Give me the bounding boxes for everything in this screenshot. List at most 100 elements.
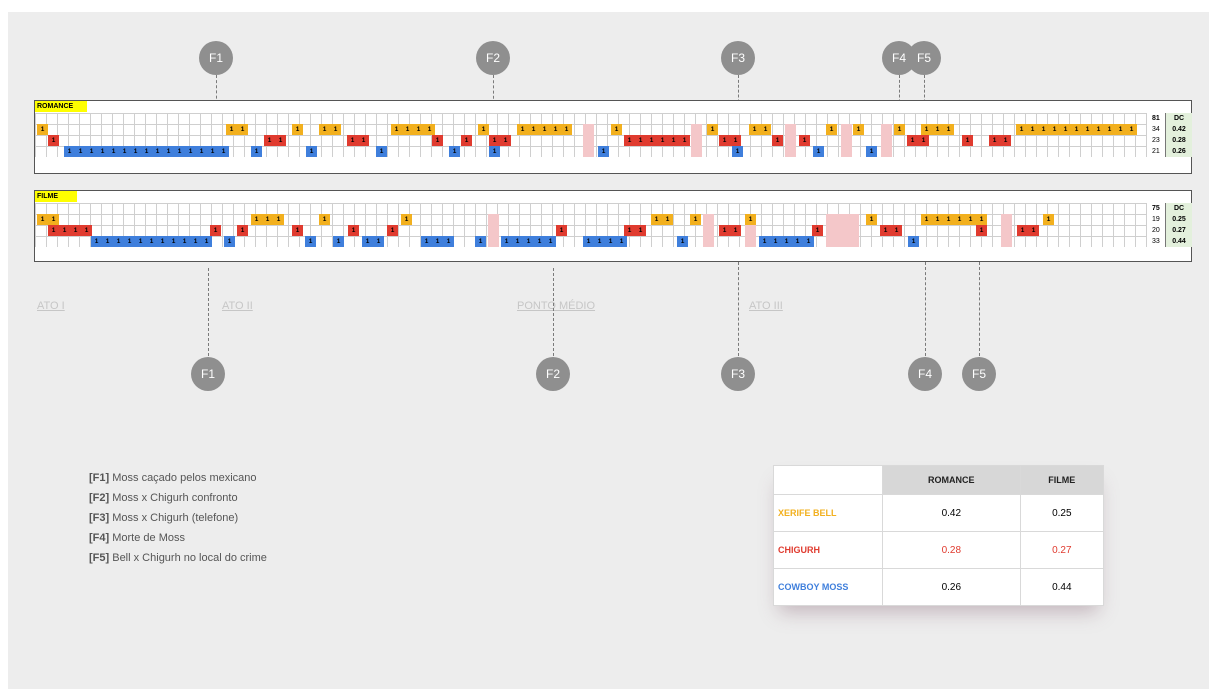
bell-cell: 1 bbox=[292, 124, 303, 135]
legend-item: [F4] Morte de Moss bbox=[89, 532, 185, 544]
chigurh-cell: 1 bbox=[489, 135, 500, 146]
filme-title: FILME bbox=[35, 191, 77, 202]
row-label-bell: XERIFE BELL bbox=[773, 494, 883, 532]
row-count: 20 bbox=[1152, 227, 1160, 234]
legend-text: Moss x Chigurh confronto bbox=[109, 492, 238, 504]
moss-cell: 1 bbox=[598, 146, 609, 157]
chigurh-cell: 1 bbox=[348, 225, 359, 236]
chigurh-cell: 1 bbox=[81, 225, 92, 236]
moss-cell: 1 bbox=[677, 236, 688, 247]
moss-cell: 1 bbox=[86, 146, 97, 157]
row-count: 21 bbox=[1152, 148, 1160, 155]
table-row: CHIGURH 0.28 0.27 bbox=[773, 531, 1105, 569]
bell-cell: 1 bbox=[1071, 124, 1082, 135]
total-count: 81 bbox=[1152, 115, 1160, 122]
legend-code: [F1] bbox=[89, 472, 110, 484]
moss-cell: 1 bbox=[102, 236, 113, 247]
bell-cell: 1 bbox=[319, 214, 330, 225]
moss-cell: 1 bbox=[605, 236, 616, 247]
legend-text: Morte de Moss bbox=[109, 532, 185, 544]
moss-cell: 1 bbox=[97, 146, 108, 157]
marker-line bbox=[208, 268, 209, 356]
moss-cell: 1 bbox=[449, 146, 460, 157]
table-header-row: ROMANCE FILME bbox=[773, 465, 1105, 495]
moss-cell: 1 bbox=[803, 236, 814, 247]
act-label: PONTO MÉDIO bbox=[517, 300, 596, 312]
moss-cell: 1 bbox=[908, 236, 919, 247]
chigurh-cell: 1 bbox=[432, 135, 443, 146]
table-header-romance: ROMANCE bbox=[882, 465, 1021, 495]
bell-cell: 1 bbox=[745, 214, 756, 225]
moss-cell: 1 bbox=[421, 236, 432, 247]
bell-cell: 1 bbox=[749, 124, 760, 135]
bell-cell: 1 bbox=[921, 214, 932, 225]
bell-cell: 1 bbox=[1060, 124, 1071, 135]
chigurh-cell: 1 bbox=[358, 135, 369, 146]
cell-filme: 0.27 bbox=[1019, 531, 1105, 569]
moss-cell: 1 bbox=[174, 146, 185, 157]
chigurh-cell: 1 bbox=[292, 225, 303, 236]
act-label: ATO III bbox=[749, 300, 783, 312]
bell-cell: 1 bbox=[932, 124, 943, 135]
moss-cell: 1 bbox=[373, 236, 384, 247]
chigurh-cell: 1 bbox=[668, 135, 679, 146]
moss-cell: 1 bbox=[224, 236, 235, 247]
chigurh-cell: 1 bbox=[624, 135, 635, 146]
bell-cell: 1 bbox=[976, 214, 987, 225]
chigurh-cell: 1 bbox=[918, 135, 929, 146]
bell-cell: 1 bbox=[690, 214, 701, 225]
cell-romance: 0.28 bbox=[882, 531, 1021, 569]
legend-code: [F5] bbox=[89, 552, 110, 564]
moss-cell: 1 bbox=[594, 236, 605, 247]
moss-cell: 1 bbox=[141, 146, 152, 157]
marker-bottom-f1: F1 bbox=[191, 357, 225, 391]
row-count: 23 bbox=[1152, 137, 1160, 144]
bell-cell: 1 bbox=[662, 214, 673, 225]
moss-cell: 1 bbox=[770, 236, 781, 247]
bell-cell: 1 bbox=[273, 214, 284, 225]
moss-cell: 1 bbox=[376, 146, 387, 157]
bell-cell: 1 bbox=[1082, 124, 1093, 135]
chigurh-cell: 1 bbox=[657, 135, 668, 146]
marker-top-f3: F3 bbox=[721, 41, 755, 75]
chigurh-cell: 1 bbox=[70, 225, 81, 236]
legend-text: Moss x Chigurh (telefone) bbox=[109, 512, 239, 524]
moss-cell: 1 bbox=[781, 236, 792, 247]
bell-cell: 1 bbox=[1027, 124, 1038, 135]
dc-header: DC bbox=[1165, 203, 1192, 214]
moss-cell: 1 bbox=[163, 146, 174, 157]
row-dc: 0.42 bbox=[1165, 124, 1192, 135]
moss-cell: 1 bbox=[523, 236, 534, 247]
moss-cell: 1 bbox=[305, 236, 316, 247]
bell-cell: 1 bbox=[826, 124, 837, 135]
row-count: 19 bbox=[1152, 216, 1160, 223]
chigurh-cell: 1 bbox=[907, 135, 918, 146]
chigurh-cell: 1 bbox=[730, 225, 741, 236]
cell-romance: 0.42 bbox=[882, 494, 1021, 532]
chigurh-cell: 1 bbox=[772, 135, 783, 146]
row-dc: 0.25 bbox=[1165, 214, 1192, 225]
cell-filme: 0.25 bbox=[1019, 494, 1105, 532]
bell-cell: 1 bbox=[517, 124, 528, 135]
chigurh-cell: 1 bbox=[730, 135, 741, 146]
bell-cell: 1 bbox=[251, 214, 262, 225]
bell-cell: 1 bbox=[1016, 124, 1027, 135]
chigurh-cell: 1 bbox=[679, 135, 690, 146]
row-label-chigurh: CHIGURH bbox=[773, 531, 883, 569]
bell-cell: 1 bbox=[262, 214, 273, 225]
moss-cell: 1 bbox=[75, 146, 86, 157]
row-dc: 0.28 bbox=[1165, 135, 1192, 146]
moss-cell: 1 bbox=[91, 236, 102, 247]
moss-cell: 1 bbox=[108, 146, 119, 157]
bell-cell: 1 bbox=[528, 124, 539, 135]
chigurh-cell: 1 bbox=[59, 225, 70, 236]
bell-cell: 1 bbox=[943, 214, 954, 225]
moss-cell: 1 bbox=[146, 236, 157, 247]
chigurh-cell: 1 bbox=[48, 135, 59, 146]
row-count: 34 bbox=[1152, 126, 1160, 133]
moss-cell: 1 bbox=[64, 146, 75, 157]
shaded-column bbox=[691, 124, 702, 157]
dc-header: DC bbox=[1165, 113, 1192, 124]
shaded-column bbox=[488, 214, 499, 247]
marker-top-f2: F2 bbox=[476, 41, 510, 75]
